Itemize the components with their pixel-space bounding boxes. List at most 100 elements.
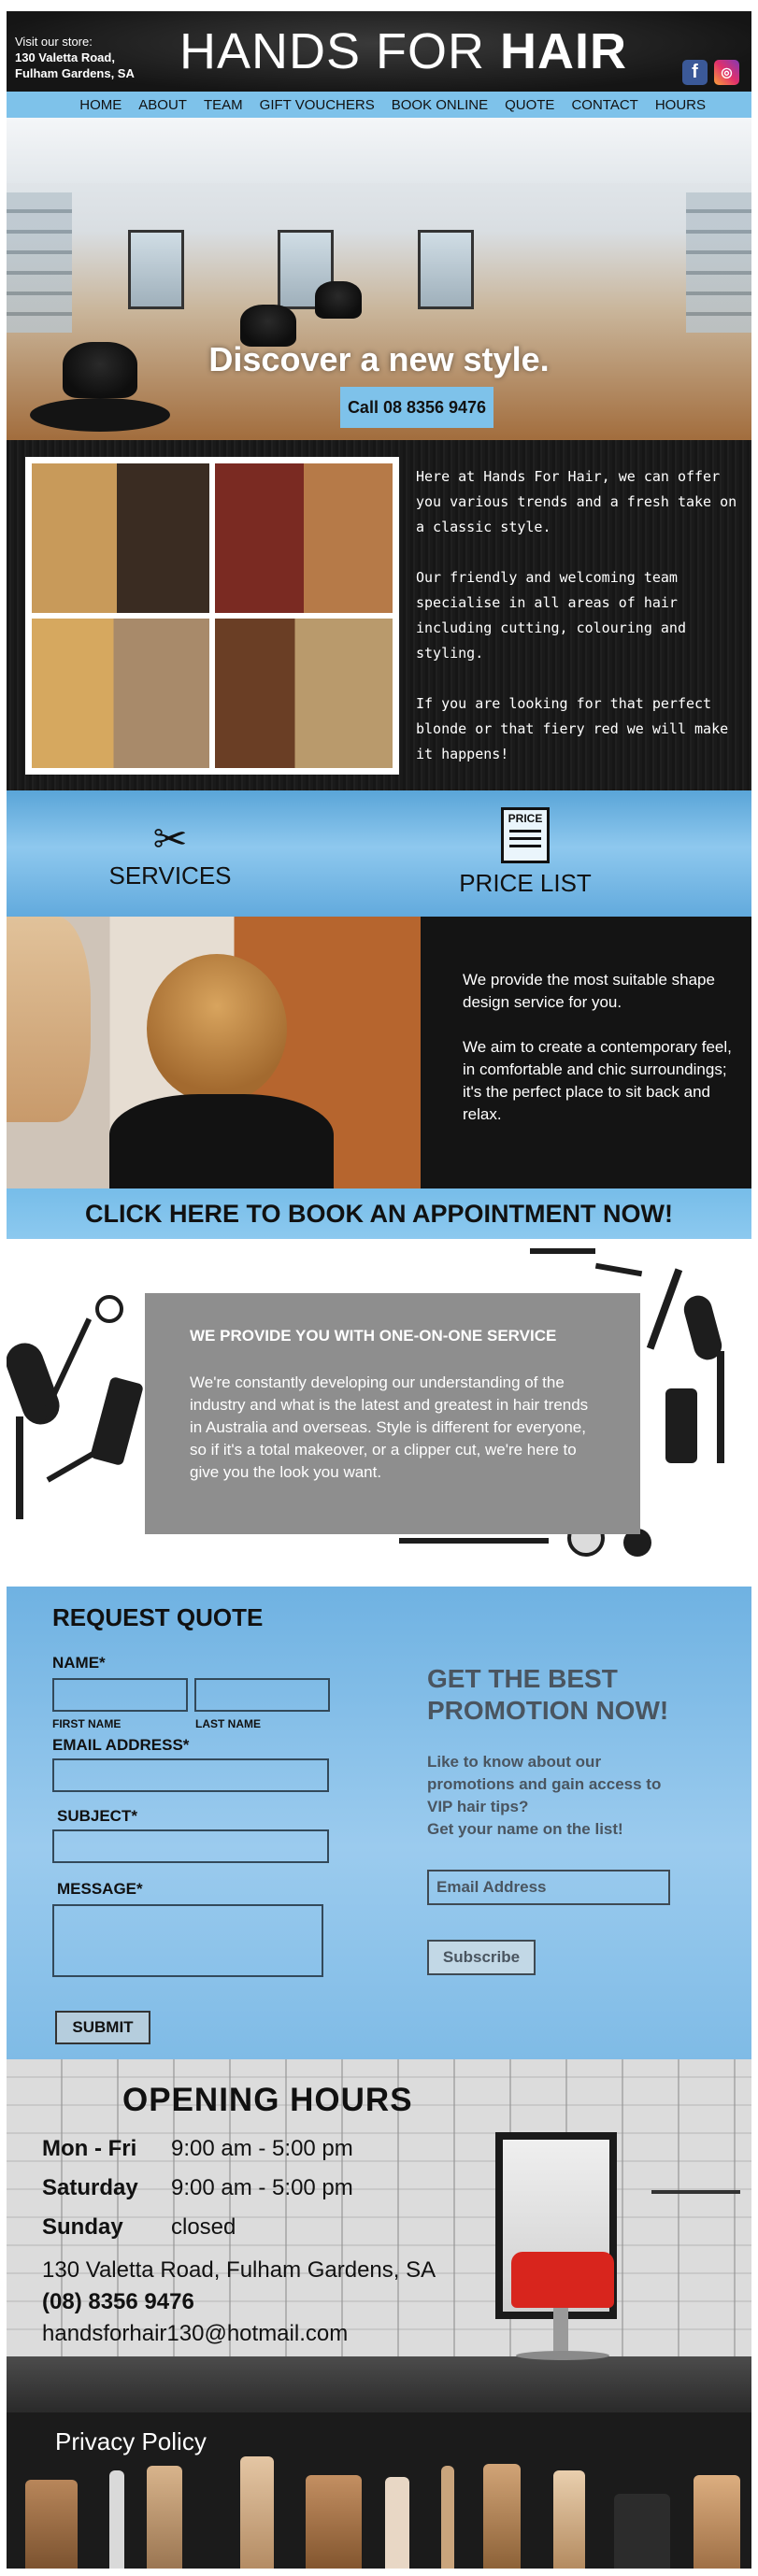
- message-label: MESSAGE*: [57, 1880, 143, 1898]
- quote-title: REQUEST QUOTE: [52, 1603, 264, 1631]
- stylist-photo: [7, 917, 421, 1188]
- hours-row: Mon - Fri 9:00 am - 5:00 pm: [42, 2136, 353, 2162]
- salon-shelf-right: [686, 192, 751, 333]
- opening-hours-section: OPENING HOURS Mon - Fri 9:00 am - 5:00 pm…: [7, 2059, 751, 2412]
- stylist-section: We provide the most suitable shape desig…: [7, 917, 751, 1188]
- hair-photo: [32, 619, 209, 768]
- hair-photo: [215, 619, 393, 768]
- scissors-icon: [147, 2466, 182, 2569]
- price-list-icon: PRICE: [501, 807, 550, 863]
- subject-label: SUBJECT*: [57, 1807, 137, 1825]
- email-field[interactable]: [52, 1758, 329, 1792]
- spray-bottle-icon: [553, 2470, 585, 2569]
- nav-book-online[interactable]: BOOK ONLINE: [383, 97, 496, 113]
- nav-home[interactable]: HOME: [71, 97, 130, 113]
- hours-time: 9:00 am - 5:00 pm: [171, 2175, 353, 2200]
- subject-field[interactable]: [52, 1829, 329, 1863]
- intro-paragraph: Here at Hands For Hair, we can offer you…: [416, 468, 737, 535]
- subscribe-button[interactable]: Subscribe: [427, 1940, 536, 1975]
- quote-section: REQUEST QUOTE NAME* FIRST NAME LAST NAME…: [7, 1587, 751, 2059]
- nav-about[interactable]: ABOUT: [130, 97, 195, 113]
- spray-bottle-icon: [240, 2456, 274, 2569]
- comb-icon: [109, 2470, 124, 2569]
- salon-ceiling: [7, 118, 751, 183]
- nav-gift-vouchers[interactable]: GIFT VOUCHERS: [251, 97, 383, 113]
- stylist-paragraph: We provide the most suitable shape desig…: [463, 971, 715, 1011]
- store-address: Visit our store: 130 Valetta Road, Fulha…: [15, 34, 135, 81]
- brand-logo[interactable]: HANDS FOR HAIR: [179, 22, 627, 80]
- call-button[interactable]: Call 08 8356 9476: [340, 387, 493, 428]
- last-name-field[interactable]: [194, 1678, 330, 1712]
- comb-icon: [717, 1351, 724, 1463]
- hours-time: closed: [171, 2214, 236, 2240]
- clipper-icon: [89, 1375, 145, 1467]
- scissors-icon: [95, 1295, 123, 1323]
- round-brush-icon: [483, 2464, 521, 2569]
- scissors-icon: ✂: [152, 817, 188, 862]
- price-list-link[interactable]: PRICE PRICE LIST: [446, 800, 605, 898]
- hair-photo: [32, 463, 209, 613]
- bottle-icon: [385, 2477, 409, 2569]
- promo-line-1: Like to know about our promotions and ga…: [427, 1753, 662, 1815]
- salon-mirror: [418, 230, 474, 309]
- store-address-line: 130 Valetta Road, Fulham Gardens, SA: [42, 2257, 436, 2283]
- one-on-one-box: WE PROVIDE YOU WITH ONE-ON-ONE SERVICE W…: [145, 1293, 640, 1534]
- promo-title: GET THE BEST PROMOTION NOW!: [427, 1664, 669, 1725]
- services-link[interactable]: ✂ SERVICES: [91, 818, 250, 890]
- privacy-policy-link[interactable]: Privacy Policy: [55, 2427, 207, 2456]
- comb-icon: [16, 1416, 23, 1519]
- site-header: Visit our store: 130 Valetta Road, Fulha…: [7, 11, 751, 92]
- round-brush-icon: [306, 2475, 362, 2569]
- price-list-label: PRICE LIST: [459, 869, 592, 897]
- email-label: EMAIL ADDRESS*: [52, 1736, 190, 1754]
- email-link[interactable]: handsforhair130@hotmail.com: [42, 2321, 348, 2347]
- comb-icon: [441, 2466, 454, 2569]
- salon-floor-mat: [30, 398, 170, 432]
- book-appointment-banner[interactable]: CLICK HERE TO BOOK AN APPOINTMENT NOW!: [7, 1188, 751, 1239]
- facebook-icon[interactable]: f: [682, 60, 708, 85]
- intro-section: Here at Hands For Hair, we can offer you…: [7, 440, 751, 790]
- services-label: SERVICES: [108, 861, 232, 890]
- brand-part-2: HAIR: [500, 23, 628, 79]
- last-name-label: LAST NAME: [195, 1717, 261, 1730]
- opening-hours-title: OPENING HOURS: [122, 2082, 413, 2118]
- hair-dryer-icon: [665, 1388, 697, 1463]
- price-icon-text: PRICE: [508, 812, 543, 825]
- salon-chair: [315, 281, 362, 319]
- comb-icon: [530, 1248, 595, 1254]
- intro-text: Here at Hands For Hair, we can offer you…: [416, 464, 752, 792]
- phone-number[interactable]: (08) 8356 9476: [42, 2289, 194, 2315]
- promo-text: Like to know about our promotions and ga…: [427, 1751, 679, 1841]
- services-band: ✂ SERVICES PRICE PRICE LIST: [7, 790, 751, 917]
- hours-day: Saturday: [42, 2175, 138, 2200]
- red-salon-chair: [511, 2252, 614, 2308]
- hours-day: Sunday: [42, 2214, 123, 2240]
- nav-quote[interactable]: QUOTE: [496, 97, 563, 113]
- instagram-icon[interactable]: ◎: [714, 60, 739, 85]
- intro-paragraph: Our friendly and welcoming team speciali…: [416, 569, 686, 662]
- promo-line-2: Get your name on the list!: [427, 1820, 623, 1838]
- hair-photo-collage: [25, 457, 399, 775]
- comb-icon: [46, 1449, 98, 1483]
- message-field[interactable]: [52, 1904, 323, 1977]
- submit-button[interactable]: SUBMIT: [55, 2011, 150, 2044]
- comb-icon: [646, 1268, 683, 1350]
- salon-shelf: [651, 2190, 740, 2194]
- main-nav: HOME ABOUT TEAM GIFT VOUCHERS BOOK ONLIN…: [7, 92, 751, 118]
- hair-dryer-icon: [614, 2494, 670, 2569]
- hero-banner: Discover a new style. Call 08 8356 9476: [7, 118, 751, 440]
- intro-paragraph: If you are looking for that perfect blon…: [416, 695, 729, 762]
- hair-photo: [215, 463, 393, 613]
- nav-team[interactable]: TEAM: [195, 97, 251, 113]
- first-name-field[interactable]: [52, 1678, 188, 1712]
- salon-mirror: [128, 230, 184, 309]
- comb-icon: [399, 1538, 549, 1544]
- brand-part-1: HANDS FOR: [179, 23, 501, 79]
- nav-contact[interactable]: CONTACT: [563, 97, 646, 113]
- store-line-1: Visit our store:: [15, 35, 93, 49]
- scissors-icon: [594, 1262, 643, 1277]
- nav-hours[interactable]: HOURS: [647, 97, 714, 113]
- hours-row: Sunday closed: [42, 2214, 236, 2241]
- promo-email-field[interactable]: Email Address: [427, 1870, 670, 1905]
- one-on-one-body: We're constantly developing our understa…: [190, 1373, 589, 1481]
